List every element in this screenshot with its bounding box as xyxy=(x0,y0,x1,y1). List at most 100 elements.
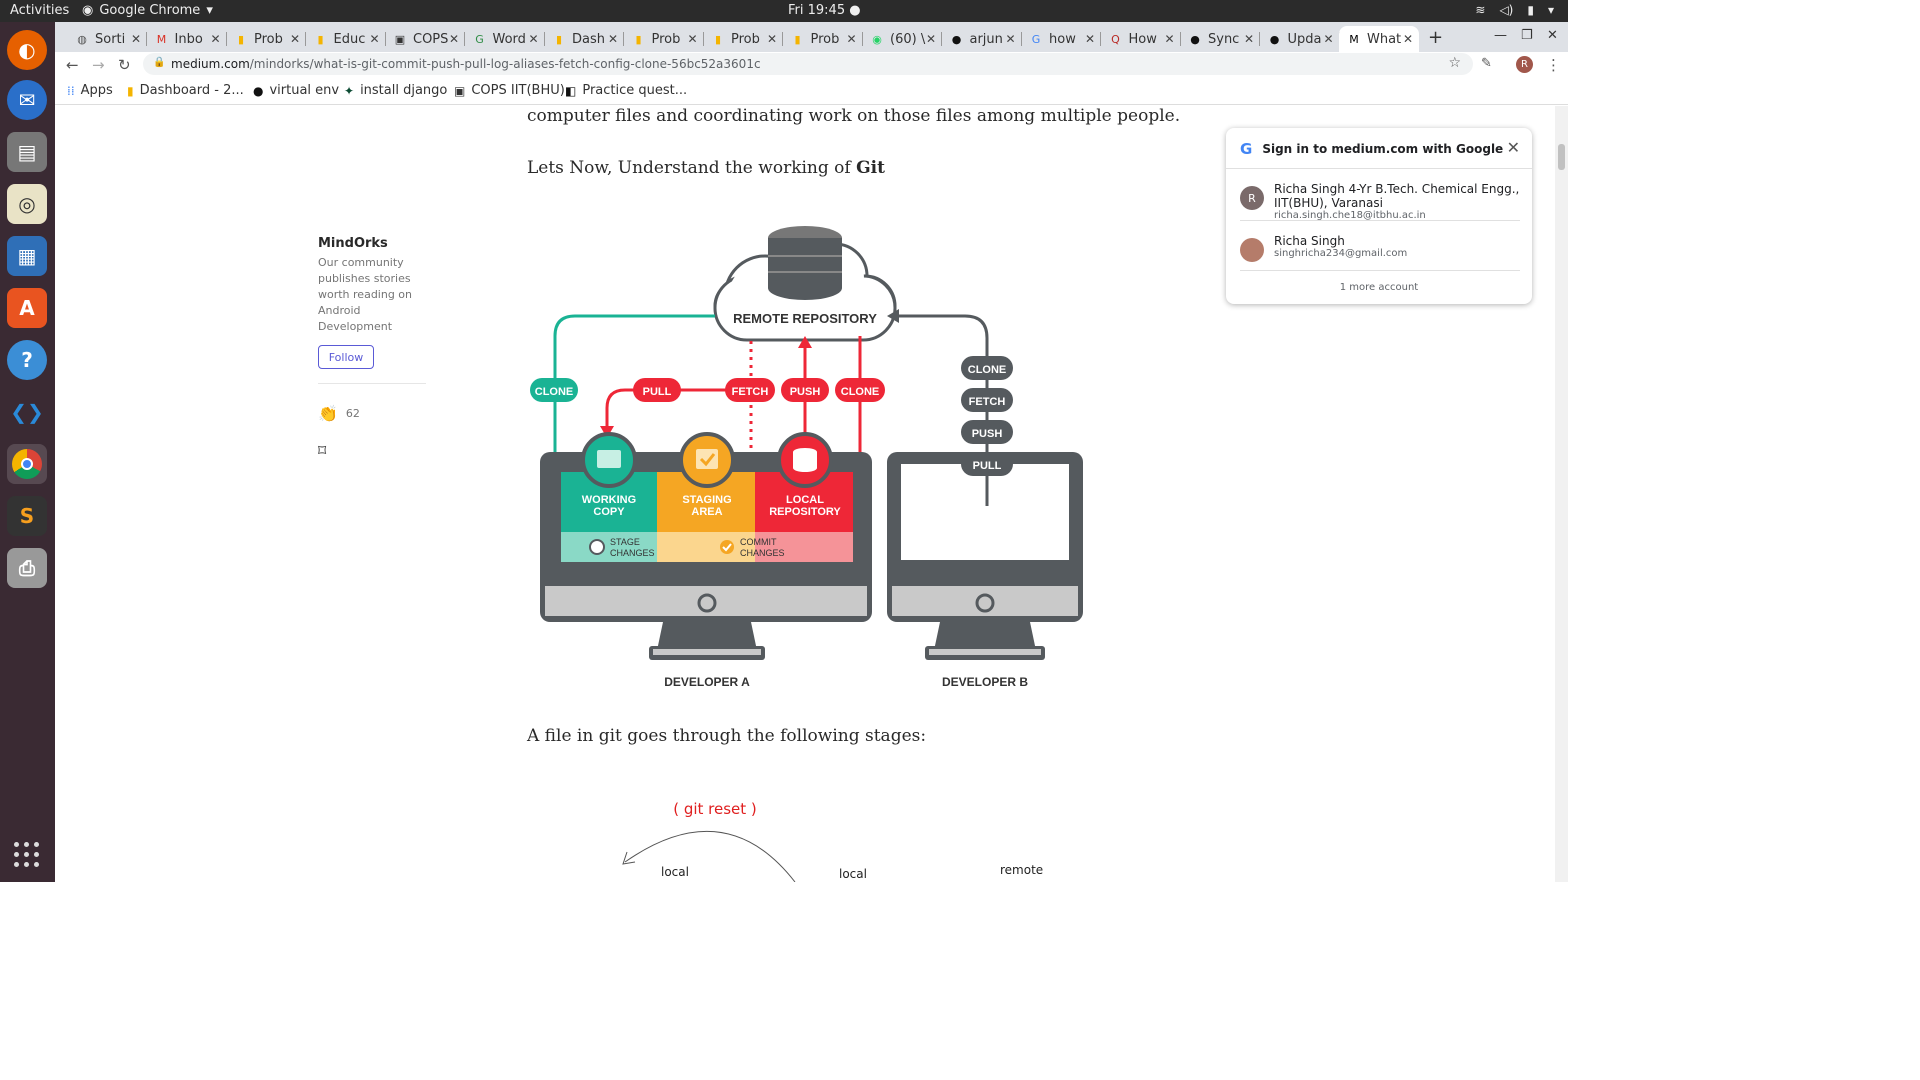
files-icon[interactable]: ▤ xyxy=(7,132,47,172)
vscode-icon[interactable]: ❮❯ xyxy=(7,392,47,432)
clap-icon[interactable]: 👏 xyxy=(318,404,338,423)
tab[interactable]: ◍ Sorti ✕ xyxy=(67,26,147,52)
close-tab-icon[interactable]: ✕ xyxy=(131,32,141,46)
bookmark-star-icon[interactable]: ☆ xyxy=(1448,55,1461,71)
forward-button[interactable]: → xyxy=(92,56,105,74)
close-tab-icon[interactable]: ✕ xyxy=(1244,32,1254,46)
close-tab-icon[interactable]: ✕ xyxy=(449,32,459,46)
software-center-icon[interactable]: A xyxy=(7,288,47,328)
close-tab-icon[interactable]: ✕ xyxy=(1005,32,1015,46)
bookmark-item[interactable]: ◧ Practice quest... xyxy=(565,83,687,98)
chrome-dock-icon[interactable] xyxy=(7,444,47,484)
tab[interactable]: ▮ Prob ✕ xyxy=(226,26,306,52)
more-accounts-link[interactable]: 1 more account xyxy=(1226,282,1532,293)
b-pull-pill: PULL xyxy=(961,452,1013,476)
address-bar[interactable]: 🔒 medium.com/mindorks/what-is-git-commit… xyxy=(143,53,1473,75)
bookmark-item[interactable]: ▣ COPS IIT(BHU) xyxy=(454,83,565,98)
follow-button[interactable]: Follow xyxy=(318,345,374,369)
tab[interactable]: G Word ✕ xyxy=(465,26,545,52)
tab[interactable]: ▮ Dash ✕ xyxy=(544,26,624,52)
new-tab-button[interactable]: + xyxy=(1428,27,1443,48)
tab[interactable]: ▣ COPS ✕ xyxy=(385,26,465,52)
thunderbird-icon[interactable]: ✉ xyxy=(7,80,47,120)
pull-pill: PULL xyxy=(633,378,681,402)
close-tab-icon[interactable]: ✕ xyxy=(846,32,856,46)
bookmark-item[interactable]: ⁞⁞ Apps xyxy=(67,83,113,98)
close-tab-icon[interactable]: ✕ xyxy=(687,32,697,46)
publication-name[interactable]: MindOrks xyxy=(318,236,428,251)
sublime-icon[interactable]: S xyxy=(7,496,47,536)
app-name: Google Chrome xyxy=(99,3,201,18)
tab[interactable]: Ghow ✕ xyxy=(1021,26,1101,52)
restore-button[interactable]: ❐ xyxy=(1521,28,1533,43)
url-domain: medium.com xyxy=(171,57,250,71)
account-email: singhricha234@gmail.com xyxy=(1274,248,1408,259)
help-icon[interactable]: ? xyxy=(7,340,47,380)
activities-button[interactable]: Activities xyxy=(10,3,69,18)
close-icon[interactable]: ✕ xyxy=(1507,138,1520,157)
close-tab-icon[interactable]: ✕ xyxy=(528,32,538,46)
bookmark-item[interactable]: ▮ Dashboard - 2... xyxy=(127,83,244,98)
gfg-icon: G xyxy=(475,32,484,46)
minimize-button[interactable]: — xyxy=(1494,28,1507,43)
account-option[interactable]: Richa Singh singhricha234@gmail.com xyxy=(1240,234,1520,262)
app-menu[interactable]: ◉ Google Chrome ▾ xyxy=(82,3,213,18)
close-tab-icon[interactable]: ✕ xyxy=(926,32,936,46)
tab[interactable]: ● Sync ✕ xyxy=(1180,26,1260,52)
close-tab-icon[interactable]: ✕ xyxy=(1164,32,1174,46)
tab[interactable]: ▮ Prob ✕ xyxy=(703,26,783,52)
volume-icon: ◁) xyxy=(1499,3,1514,17)
chart-icon: ▮ xyxy=(237,32,245,46)
tab[interactable]: ▮ Prob ✕ xyxy=(624,26,704,52)
pill-label: CLONE xyxy=(968,364,1007,376)
extension-icon[interactable]: ✎ xyxy=(1481,56,1492,71)
tab[interactable]: ▮ Educ ✕ xyxy=(306,26,386,52)
staging-area-icon xyxy=(679,432,735,488)
tab-label: Inbo xyxy=(174,31,203,47)
local-repository-icon xyxy=(777,432,833,488)
developer-a-label: DEVELOPER A xyxy=(664,675,750,689)
close-tab-icon[interactable]: ✕ xyxy=(210,32,220,46)
bookmark-item[interactable]: ● virtual env xyxy=(253,83,339,98)
tab[interactable]: ◉ (60) \ ✕ xyxy=(862,26,942,52)
rhythmbox-icon[interactable]: ◎ xyxy=(7,184,47,224)
profile-avatar[interactable]: R xyxy=(1516,56,1533,73)
chrome-menu-icon[interactable]: ⋮ xyxy=(1546,56,1561,74)
close-window-button[interactable]: ✕ xyxy=(1547,28,1558,43)
tab[interactable]: ▮ Prob ✕ xyxy=(783,26,863,52)
account-name: Richa Singh xyxy=(1274,234,1345,248)
cops-icon: ▣ xyxy=(454,83,466,98)
close-tab-icon[interactable]: ✕ xyxy=(767,32,777,46)
scrollbar-thumb[interactable] xyxy=(1558,144,1565,170)
system-top-bar: Activities ◉ Google Chrome ▾ Fri 19:45 ●… xyxy=(0,0,1568,22)
close-tab-icon[interactable]: ✕ xyxy=(1085,32,1095,46)
tab-label: Prob xyxy=(810,31,840,47)
tab[interactable]: M Inbo ✕ xyxy=(147,26,227,52)
account-option[interactable]: R Richa Singh 4-Yr B.Tech. Chemical Engg… xyxy=(1240,182,1520,221)
page-scrollbar[interactable] xyxy=(1555,106,1568,882)
close-tab-icon[interactable]: ✕ xyxy=(1403,32,1413,46)
firefox-icon[interactable]: ◐ xyxy=(7,30,47,70)
printer-icon[interactable]: ⎙ xyxy=(7,548,47,588)
pill-label: FETCH xyxy=(969,396,1006,408)
tab[interactable]: M What ✕ xyxy=(1339,26,1419,52)
writer-icon[interactable]: ▦ xyxy=(7,236,47,276)
popup-title: Sign in to medium.com with Google xyxy=(1262,142,1504,156)
system-tray[interactable]: ≋ ◁) ▮ ▾ xyxy=(1475,3,1554,17)
back-button[interactable]: ← xyxy=(66,56,79,74)
paragraph-text: Lets Now, Understand the working of xyxy=(527,158,857,178)
bookmark-icon[interactable]: ⌑ xyxy=(318,441,428,460)
tab-label: Upda xyxy=(1287,31,1322,47)
tab[interactable]: Q How ✕ xyxy=(1101,26,1181,52)
close-tab-icon[interactable]: ✕ xyxy=(290,32,300,46)
clap-counter: 👏 62 xyxy=(318,404,428,423)
close-tab-icon[interactable]: ✕ xyxy=(608,32,618,46)
tab[interactable]: ● Upda ✕ xyxy=(1260,26,1340,52)
bookmark-item[interactable]: ✦ install django xyxy=(344,83,447,98)
tab[interactable]: ● arjun ✕ xyxy=(942,26,1022,52)
clock[interactable]: Fri 19:45 ● xyxy=(788,3,861,18)
reload-button[interactable]: ↻ xyxy=(118,56,131,74)
close-tab-icon[interactable]: ✕ xyxy=(369,32,379,46)
close-tab-icon[interactable]: ✕ xyxy=(1323,32,1333,46)
show-apps-icon[interactable] xyxy=(14,842,40,868)
